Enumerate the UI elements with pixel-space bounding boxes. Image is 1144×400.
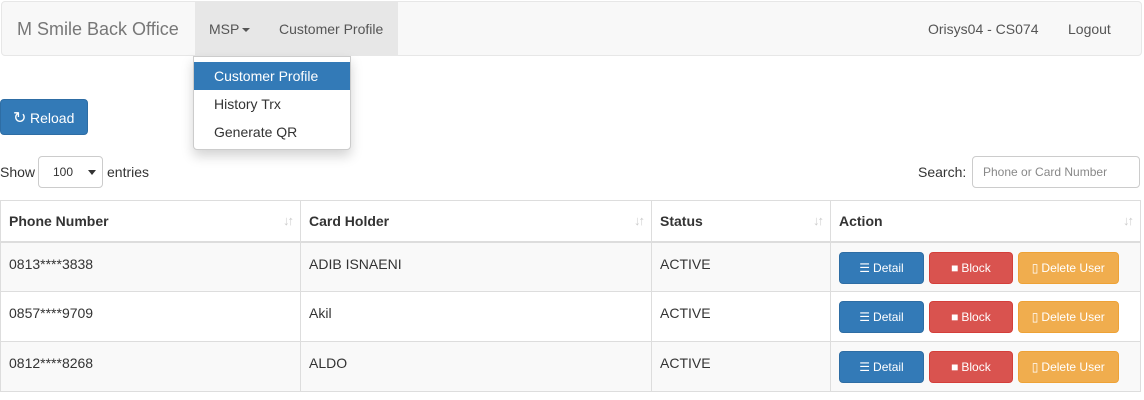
status-cell: ACTIVE xyxy=(651,341,831,392)
block-label: Block xyxy=(961,360,991,374)
column-header-status[interactable]: Status ↓↑ xyxy=(651,200,831,243)
sort-icon: ↓↑ xyxy=(634,213,645,228)
lock-icon: ■ xyxy=(951,260,959,275)
list-icon: ☰ xyxy=(859,260,871,275)
sort-icon: ↓↑ xyxy=(1123,213,1134,228)
chevron-down-icon xyxy=(88,170,96,175)
msp-dropdown-menu: Customer Profile History Trx Generate QR xyxy=(193,56,351,150)
card-holder-cell: ALDO xyxy=(300,341,652,392)
nav-msp-label: MSP xyxy=(209,21,240,37)
block-button[interactable]: ■ Block xyxy=(928,351,1013,383)
delete-user-button[interactable]: ▯ Delete User xyxy=(1017,351,1119,383)
menu-item-history-trx[interactable]: History Trx xyxy=(194,90,350,118)
detail-label: Detail xyxy=(873,310,904,324)
column-header-card-holder[interactable]: Card Holder ↓↑ xyxy=(300,200,652,243)
card-holder-cell: Akil xyxy=(300,291,652,342)
trash-icon: ▯ xyxy=(1031,260,1039,275)
sort-icon: ↓↑ xyxy=(813,213,824,228)
block-label: Block xyxy=(961,260,991,275)
list-icon: ☰ xyxy=(859,310,871,324)
trash-icon: ▯ xyxy=(1031,360,1039,374)
lock-icon: ■ xyxy=(951,310,959,324)
detail-label: Detail xyxy=(873,260,904,275)
delete-user-button[interactable]: ▯ Delete User xyxy=(1017,301,1119,333)
nav-msp-dropdown[interactable]: MSP xyxy=(195,2,265,55)
delete-label: Delete User xyxy=(1041,310,1105,324)
caret-down-icon xyxy=(242,28,251,33)
action-cell: ☰ Detail ■ Block ▯ Delete User xyxy=(830,291,1141,342)
block-label: Block xyxy=(961,310,991,324)
action-cell: ☰ Detail ■ Block ▯ Delete User xyxy=(830,341,1141,392)
phone-cell: 0812****8268 xyxy=(0,341,301,392)
column-header-label: Phone Number xyxy=(9,213,109,229)
lock-icon: ■ xyxy=(951,360,959,374)
list-icon: ☰ xyxy=(859,360,871,374)
table-row: 0857****9709 Akil ACTIVE ☰ Detail ■ Block … xyxy=(0,291,1141,342)
table-row: 0813****3838 ADIB ISNAENI ACTIVE ☰ Detail… xyxy=(0,241,1141,292)
trash-icon: ▯ xyxy=(1031,310,1039,324)
status-cell: ACTIVE xyxy=(651,241,831,292)
block-button[interactable]: ■ Block xyxy=(928,251,1013,284)
block-button[interactable]: ■ Block xyxy=(928,301,1013,333)
sort-icon: ↓↑ xyxy=(283,213,294,228)
column-header-action[interactable]: Action ↓↑ xyxy=(830,200,1141,243)
status-cell: ACTIVE xyxy=(651,291,831,342)
brand[interactable]: M Smile Back Office xyxy=(17,19,179,40)
logout-link[interactable]: Logout xyxy=(1068,21,1111,37)
column-header-label: Action xyxy=(839,213,883,229)
search-label: Search: xyxy=(918,164,967,180)
show-label: Show xyxy=(0,164,36,180)
reload-button[interactable]: ↻ Reload xyxy=(0,99,88,135)
menu-item-customer-profile[interactable]: Customer Profile xyxy=(194,62,350,90)
navbar: M Smile Back Office MSP Customer Profile… xyxy=(1,1,1142,56)
column-header-phone[interactable]: Phone Number ↓↑ xyxy=(0,200,301,243)
action-cell: ☰ Detail ■ Block ▯ Delete User xyxy=(830,241,1141,292)
delete-label: Delete User xyxy=(1041,360,1105,374)
card-holder-cell: ADIB ISNAENI xyxy=(300,241,652,292)
entries-select[interactable]: 100 xyxy=(38,156,103,188)
entries-label: entries xyxy=(107,164,150,180)
nav-customer-profile[interactable]: Customer Profile xyxy=(265,2,398,55)
customer-table: Phone Number ↓↑ Card Holder ↓↑ Status ↓↑ Ac… xyxy=(0,200,1141,392)
phone-cell: 0813****3838 xyxy=(0,241,301,292)
detail-button[interactable]: ☰ Detail xyxy=(839,251,924,284)
column-header-label: Status xyxy=(660,213,703,229)
delete-user-button[interactable]: ▯ Delete User xyxy=(1017,251,1119,284)
detail-button[interactable]: ☰ Detail xyxy=(839,301,924,333)
refresh-icon: ↻ xyxy=(13,110,27,127)
phone-cell: 0857****9709 xyxy=(0,291,301,342)
entries-value: 100 xyxy=(53,165,74,179)
delete-label: Delete User xyxy=(1041,260,1105,275)
table-header-row: Phone Number ↓↑ Card Holder ↓↑ Status ↓↑ Ac… xyxy=(0,200,1141,243)
menu-item-generate-qr[interactable]: Generate QR xyxy=(194,118,350,146)
detail-label: Detail xyxy=(873,360,904,374)
search-input[interactable] xyxy=(972,156,1140,188)
column-header-label: Card Holder xyxy=(309,213,390,229)
reload-label: Reload xyxy=(30,110,75,126)
detail-button[interactable]: ☰ Detail xyxy=(839,351,924,383)
table-row: 0812****8268 ALDO ACTIVE ☰ Detail ■ Block … xyxy=(0,341,1141,392)
nav-user[interactable]: Orisys04 - CS074 xyxy=(928,21,1038,37)
